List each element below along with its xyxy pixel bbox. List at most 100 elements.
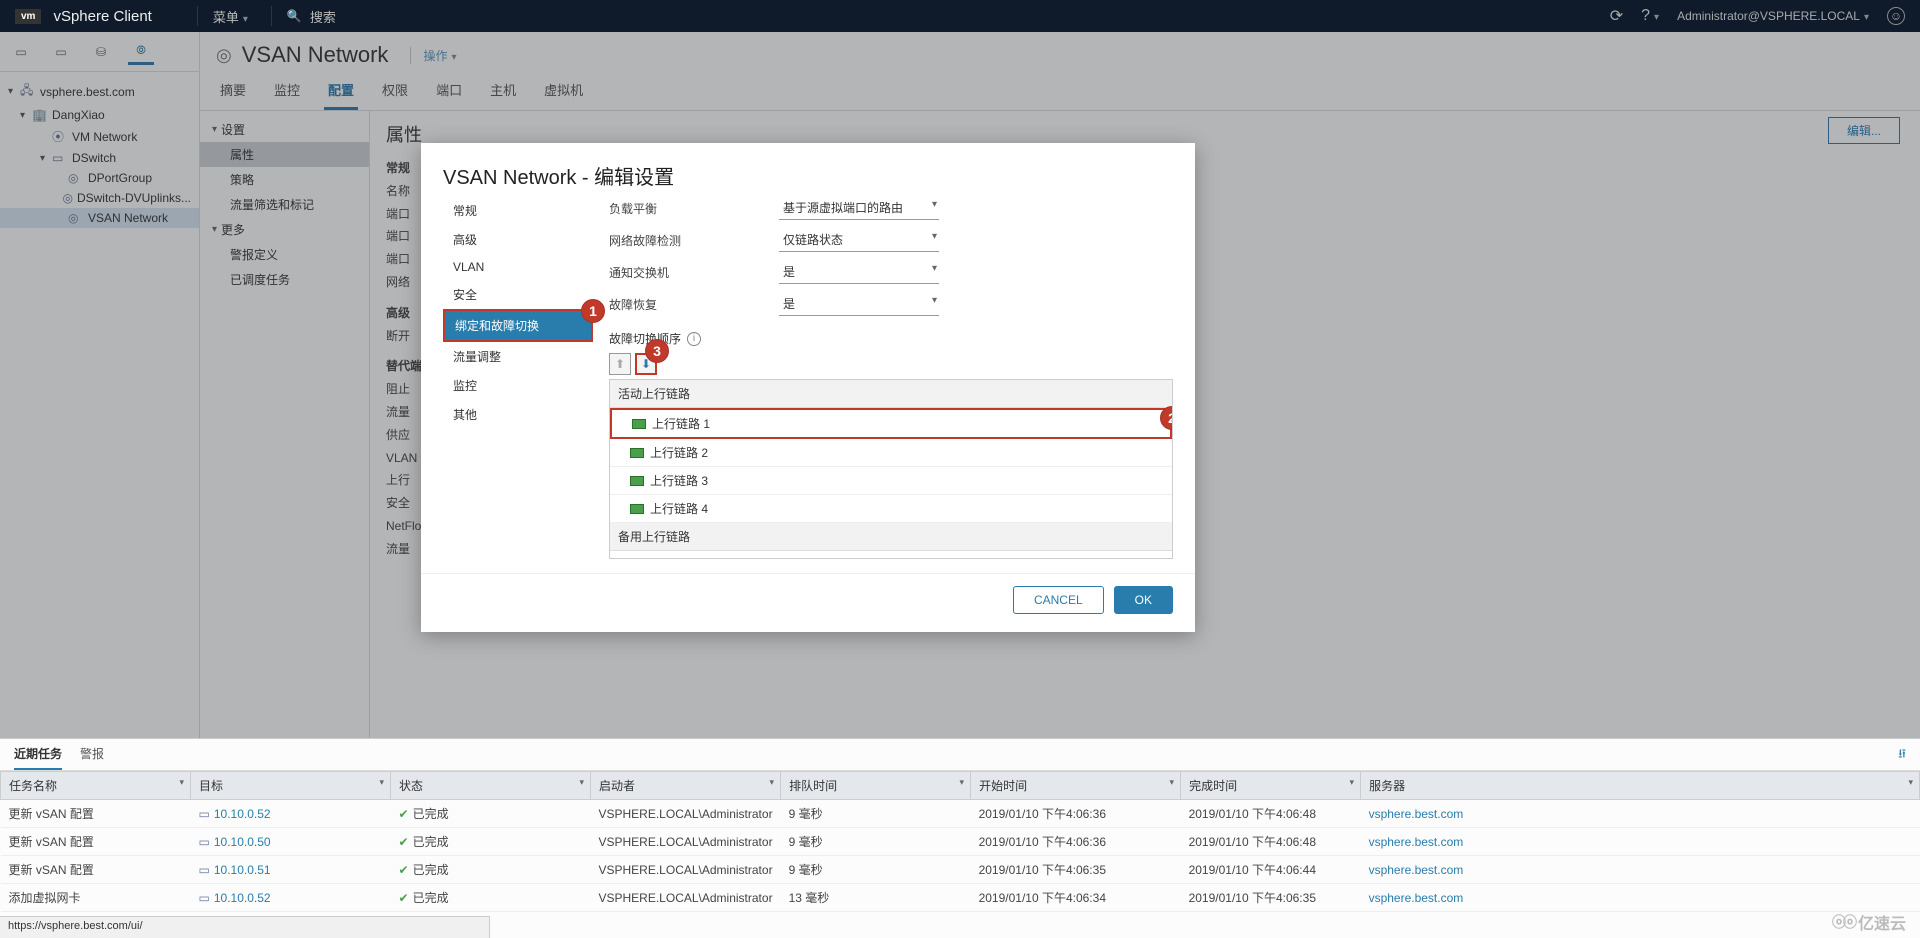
- modal-nav-monitor[interactable]: 监控: [443, 371, 593, 400]
- modal-nav-vlan[interactable]: VLAN: [443, 254, 593, 280]
- nic-icon: [630, 504, 644, 514]
- tasks-table: 任务名称 目标 状态 启动者 排队时间 开始时间 完成时间 服务器 更新 vSA…: [0, 771, 1920, 938]
- search-placeholder[interactable]: 搜索: [310, 7, 336, 26]
- modal-nav-teaming[interactable]: 绑定和故障切换 1: [443, 309, 593, 342]
- settings-group[interactable]: 设置: [200, 117, 369, 142]
- hosts-tab-icon[interactable]: ▭: [8, 39, 34, 65]
- annotation-badge-1: 1: [581, 299, 605, 323]
- cancel-button[interactable]: CANCEL: [1013, 586, 1104, 614]
- user-menu[interactable]: Administrator@VSPHERE.LOCAL: [1677, 9, 1869, 23]
- annotation-badge-3: 3: [645, 339, 669, 363]
- move-up-button[interactable]: ⬆: [609, 353, 631, 375]
- tree-dvuplinks[interactable]: ◎DSwitch-DVUplinks...: [0, 188, 199, 208]
- unused-uplinks-header: 未使用的上行链路: [610, 551, 1172, 559]
- refresh-icon[interactable]: ⟳: [1610, 6, 1623, 26]
- tab-recent-tasks[interactable]: 近期任务: [14, 745, 62, 770]
- tab-summary[interactable]: 摘要: [216, 72, 250, 110]
- modal-nav-advanced[interactable]: 高级: [443, 225, 593, 254]
- modal-body: 常规 高级 VLAN 安全 绑定和故障切换 1 流量调整 监控 其他 负载平衡 …: [421, 196, 1195, 573]
- modal-nav-traffic[interactable]: 流量调整: [443, 342, 593, 371]
- col-name[interactable]: 任务名称: [1, 772, 191, 800]
- select-failback[interactable]: 是: [779, 292, 939, 316]
- tree-datacenter[interactable]: ▾🏢DangXiao: [0, 105, 199, 125]
- storage-tab-icon[interactable]: ⛁: [88, 39, 114, 65]
- uplink-label: 上行链路 2: [650, 444, 708, 461]
- info-icon[interactable]: i: [687, 332, 701, 346]
- col-completed[interactable]: 完成时间: [1181, 772, 1361, 800]
- menu-dropdown[interactable]: 菜单: [213, 7, 248, 26]
- tasks-tabs: 近期任务 警报 ⭿: [0, 739, 1920, 771]
- label-notify: 通知交换机: [609, 264, 779, 281]
- search-icon[interactable]: 🔍: [287, 9, 302, 23]
- page-title: VSAN Network: [242, 42, 389, 68]
- uplink-label: 上行链路 3: [650, 472, 708, 489]
- uplink-1[interactable]: 上行链路 1 2: [610, 408, 1172, 439]
- table-row[interactable]: 添加虚拟网卡▭10.10.0.52✔已完成VSPHERE.LOCAL\Admin…: [1, 884, 1920, 912]
- help-icon[interactable]: ?: [1641, 7, 1659, 25]
- actions-menu[interactable]: 操作: [410, 47, 456, 64]
- tasks-panel: 近期任务 警报 ⭿ 任务名称 目标 状态 启动者 排队时间 开始时间 完成时间 …: [0, 738, 1920, 938]
- table-row[interactable]: 更新 vSAN 配置▭10.10.0.52✔已完成VSPHERE.LOCAL\A…: [1, 800, 1920, 828]
- uplink-3[interactable]: 上行链路 3: [610, 467, 1172, 495]
- setting-properties[interactable]: 属性: [200, 142, 369, 167]
- tree-label: DSwitch: [72, 151, 116, 165]
- divider: [271, 6, 272, 26]
- setting-alarms[interactable]: 警报定义: [200, 242, 369, 267]
- modal-nav-misc[interactable]: 其他: [443, 400, 593, 429]
- tab-ports[interactable]: 端口: [432, 72, 466, 110]
- nic-icon: [630, 448, 644, 458]
- tab-configure[interactable]: 配置: [324, 72, 358, 110]
- select-failover-detect[interactable]: 仅链路状态: [779, 228, 939, 252]
- watermark: ⓞⓞ亿速云: [1832, 910, 1906, 934]
- col-status[interactable]: 状态: [391, 772, 591, 800]
- tasks-collapse-icon[interactable]: ⭿: [1898, 745, 1906, 770]
- failover-order-title: 故障切换顺序 i: [609, 330, 1173, 347]
- col-queued[interactable]: 排队时间: [781, 772, 971, 800]
- table-row[interactable]: 更新 vSAN 配置▭10.10.0.51✔已完成VSPHERE.LOCAL\A…: [1, 856, 1920, 884]
- tree-label: DangXiao: [52, 108, 105, 122]
- uplink-label: 上行链路 4: [650, 500, 708, 517]
- ok-button[interactable]: OK: [1114, 586, 1173, 614]
- tree-label: VM Network: [72, 130, 137, 144]
- tab-alarms[interactable]: 警报: [80, 745, 104, 770]
- label-load-balance: 负载平衡: [609, 200, 779, 217]
- more-group[interactable]: 更多: [200, 217, 369, 242]
- modal-nav-security[interactable]: 安全: [443, 280, 593, 309]
- select-notify[interactable]: 是: [779, 260, 939, 284]
- col-target[interactable]: 目标: [191, 772, 391, 800]
- uplink-list[interactable]: 活动上行链路 上行链路 1 2 上行链路 2 上行链路 3 上行链路 4 备用上…: [609, 379, 1173, 559]
- feedback-icon[interactable]: ☺: [1887, 7, 1905, 25]
- portgroup-icon: ◎: [216, 45, 232, 66]
- tree-vsan-network[interactable]: ◎VSAN Network: [0, 208, 199, 228]
- setting-scheduled[interactable]: 已调度任务: [200, 267, 369, 292]
- network-tab-icon[interactable]: ⦾: [128, 39, 154, 65]
- col-started[interactable]: 开始时间: [971, 772, 1181, 800]
- modal-nav-label: 绑定和故障切换: [455, 319, 539, 333]
- vms-tab-icon[interactable]: ▭: [48, 39, 74, 65]
- col-server[interactable]: 服务器: [1361, 772, 1920, 800]
- object-tabs: 摘要 监控 配置 权限 端口 主机 虚拟机: [200, 72, 1920, 111]
- setting-traffic[interactable]: 流量筛选和标记: [200, 192, 369, 217]
- tree-vcenter[interactable]: ▾🖧vsphere.best.com: [0, 78, 199, 105]
- edit-button[interactable]: 编辑...: [1828, 117, 1900, 144]
- modal-footer: CANCEL OK: [421, 573, 1195, 632]
- vmware-logo: vm: [15, 9, 41, 24]
- setting-policies[interactable]: 策略: [200, 167, 369, 192]
- uplink-4[interactable]: 上行链路 4: [610, 495, 1172, 523]
- tab-monitor[interactable]: 监控: [270, 72, 304, 110]
- tree-vm-network[interactable]: ⦿VM Network: [0, 125, 199, 148]
- select-load-balance[interactable]: 基于源虚拟端口的路由: [779, 196, 939, 220]
- modal-nav-general[interactable]: 常规: [443, 196, 593, 225]
- tab-hosts[interactable]: 主机: [486, 72, 520, 110]
- title-row: ◎ VSAN Network 操作: [200, 32, 1920, 72]
- table-row[interactable]: 更新 vSAN 配置▭10.10.0.50✔已完成VSPHERE.LOCAL\A…: [1, 828, 1920, 856]
- tree-dswitch[interactable]: ▾▭DSwitch: [0, 148, 199, 168]
- standby-uplinks-header: 备用上行链路: [610, 523, 1172, 551]
- tree-label: DSwitch-DVUplinks...: [77, 191, 191, 205]
- edit-settings-modal: VSAN Network - 编辑设置 常规 高级 VLAN 安全 绑定和故障切…: [421, 143, 1195, 632]
- uplink-2[interactable]: 上行链路 2: [610, 439, 1172, 467]
- tab-permissions[interactable]: 权限: [378, 72, 412, 110]
- tree-dportgroup[interactable]: ◎DPortGroup: [0, 168, 199, 188]
- tab-vms[interactable]: 虚拟机: [540, 72, 587, 110]
- col-initiator[interactable]: 启动者: [591, 772, 781, 800]
